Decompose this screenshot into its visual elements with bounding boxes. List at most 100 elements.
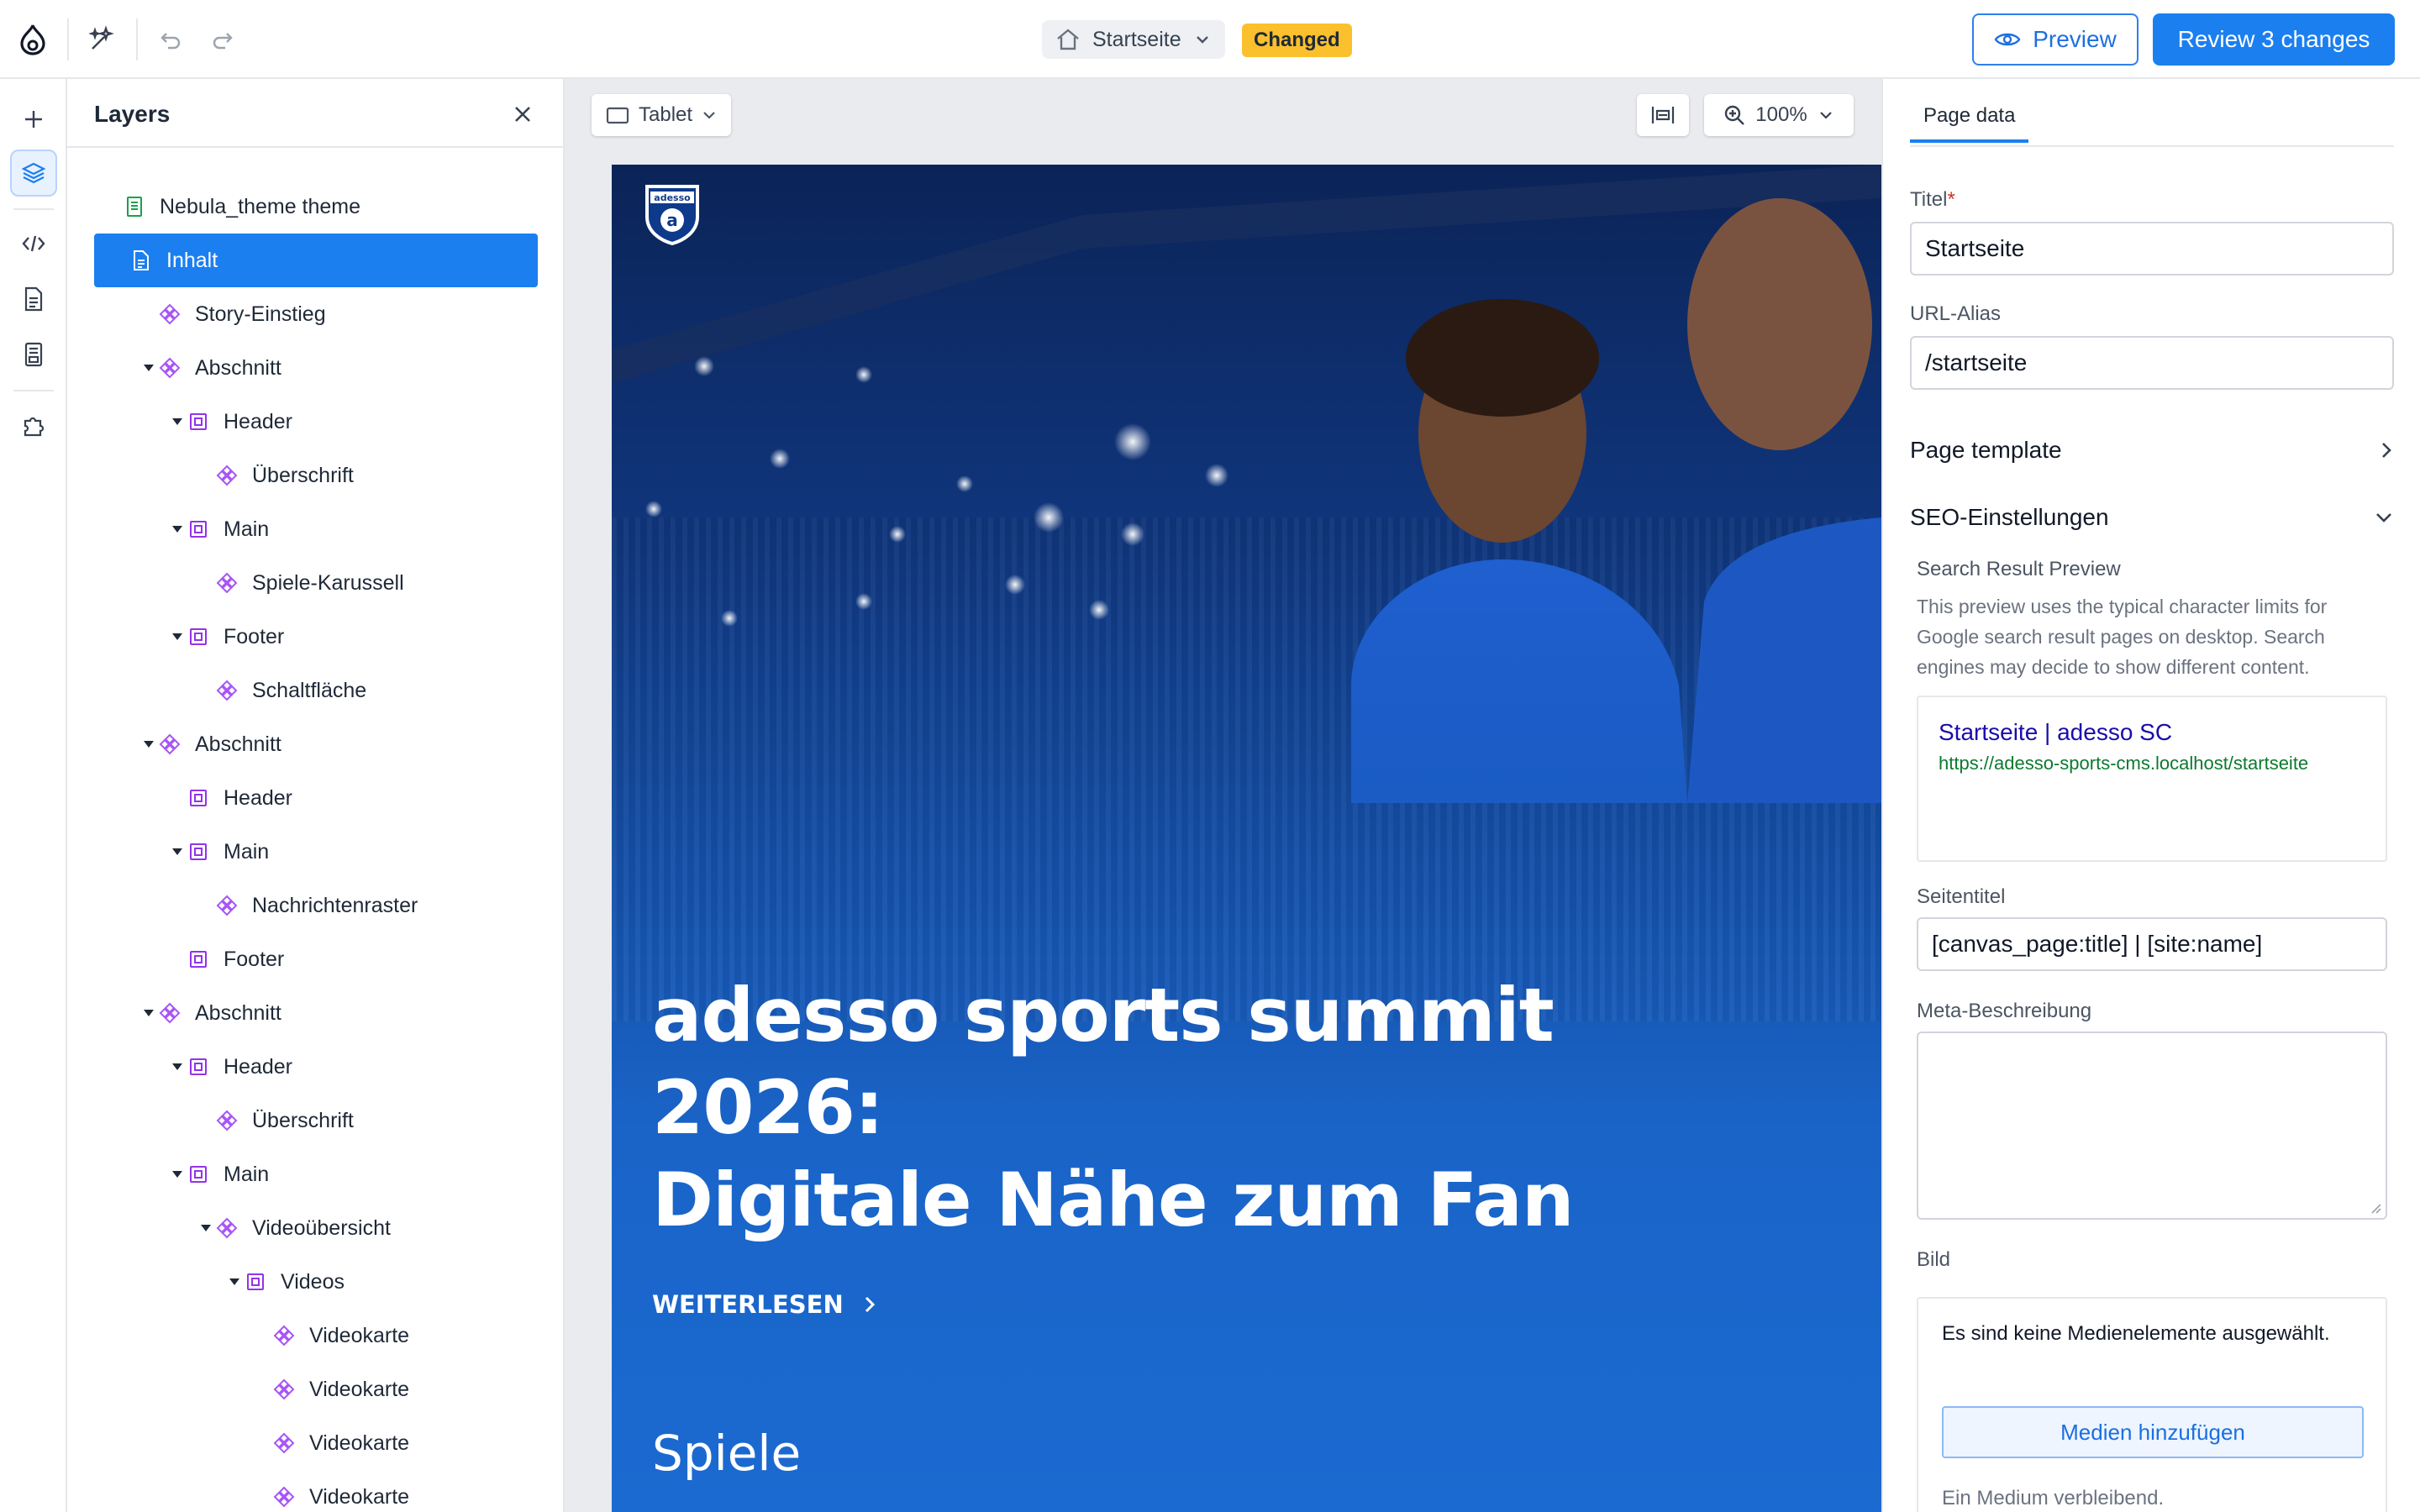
add-icon[interactable]: [10, 96, 57, 143]
component-icon: [158, 732, 182, 756]
preview-button-label: Preview: [2033, 26, 2117, 52]
caret-down-icon[interactable]: [225, 1273, 244, 1291]
toolbar-divider: [67, 18, 69, 60]
resize-handle-icon[interactable]: [2369, 1201, 2382, 1215]
layer-row[interactable]: Videokarte: [67, 1309, 563, 1362]
layer-label: Footer: [224, 947, 285, 971]
component-icon: [158, 1001, 182, 1025]
layer-row[interactable]: Main: [67, 502, 563, 556]
ai-sparkle-icon[interactable]: [84, 22, 119, 57]
layer-row[interactable]: Abschnitt: [67, 986, 563, 1040]
tablet-icon: [606, 107, 629, 124]
component-icon: [215, 464, 239, 487]
component-icon: [158, 302, 182, 326]
preview-button[interactable]: Preview: [1972, 13, 2139, 66]
layer-row[interactable]: Spiele-Karussell: [67, 556, 563, 610]
layer-row[interactable]: Videos: [67, 1255, 563, 1309]
layer-label: Abschnitt: [195, 1000, 281, 1025]
layer-row[interactable]: Videokarte: [67, 1470, 563, 1512]
layer-row[interactable]: Nachrichtenraster: [67, 879, 563, 932]
tab-page-data[interactable]: Page data: [1910, 104, 2029, 143]
device-selector[interactable]: Tablet: [592, 94, 732, 136]
layer-label: Abschnitt: [195, 732, 281, 756]
layer-label: Videoübersicht: [252, 1215, 391, 1240]
layer-row[interactable]: Header: [67, 1040, 563, 1094]
caret-down-icon[interactable]: [168, 412, 187, 431]
layer-row[interactable]: Main: [67, 825, 563, 879]
drupal-logo-icon[interactable]: [15, 20, 50, 59]
layer-row[interactable]: Videokarte: [67, 1416, 563, 1470]
seo-settings-section[interactable]: SEO-Einstellungen: [1910, 501, 2394, 534]
url-alias-input[interactable]: /startseite: [1910, 336, 2394, 390]
layer-row[interactable]: Inhalt: [94, 234, 538, 287]
layer-row[interactable]: Footer: [67, 610, 563, 664]
games-section-title: Spiele: [652, 1425, 802, 1482]
component-icon: [272, 1485, 296, 1509]
caret-spacer: [168, 789, 187, 807]
layer-row[interactable]: Überschrift: [67, 449, 563, 502]
caret-down-icon[interactable]: [168, 1058, 187, 1076]
toolbar-divider: [136, 18, 138, 60]
layer-label: Spiele-Karussell: [252, 570, 404, 595]
page-preview[interactable]: adesso a adesso sports summit 2026: Digi…: [612, 165, 1881, 1512]
page-switcher[interactable]: Startseite: [1042, 20, 1225, 59]
layer-row[interactable]: Abschnitt: [67, 717, 563, 771]
caret-spacer: [254, 1326, 272, 1345]
extensions-puzzle-icon[interactable]: [10, 402, 57, 449]
templates-icon[interactable]: [10, 331, 57, 378]
caret-down-icon[interactable]: [168, 627, 187, 646]
search-result-preview: Startseite | adesso SC https://adesso-sp…: [1917, 696, 2387, 862]
page-template-section[interactable]: Page template: [1910, 433, 2394, 467]
caret-down-icon[interactable]: [168, 520, 187, 538]
page-switcher-label: Startseite: [1092, 27, 1181, 51]
layer-row[interactable]: Überschrift: [67, 1094, 563, 1147]
layer-row[interactable]: Abschnitt: [67, 341, 563, 395]
top-toolbar: Startseite Changed Preview Review 3 chan…: [0, 0, 2420, 79]
zoom-level: 100%: [1755, 103, 1807, 126]
read-more-label: WEITERLESEN: [652, 1290, 844, 1319]
caret-down-icon[interactable]: [168, 1165, 187, 1184]
layer-row[interactable]: Header: [67, 395, 563, 449]
serp-title: Startseite | adesso SC: [1939, 719, 2173, 745]
caret-down-icon[interactable]: [197, 1219, 215, 1237]
changed-status-badge: Changed: [1242, 24, 1352, 57]
page-icon-green: [123, 195, 146, 218]
read-more-link[interactable]: WEITERLESEN: [652, 1290, 877, 1319]
code-icon[interactable]: [10, 220, 57, 267]
meta-description-textarea[interactable]: [1917, 1032, 2387, 1220]
meta-description-label: Meta-Beschreibung: [1917, 1000, 2092, 1022]
close-icon[interactable]: [506, 97, 539, 131]
layer-label: Main: [224, 1162, 270, 1186]
chevron-down-icon: [703, 112, 715, 119]
review-changes-button[interactable]: Review 3 changes: [2153, 13, 2395, 66]
caret-down-icon[interactable]: [139, 735, 158, 753]
layer-row[interactable]: Main: [67, 1147, 563, 1201]
slot-icon: [187, 625, 210, 648]
rail-divider: [13, 390, 54, 391]
layer-row[interactable]: Videoübersicht: [67, 1201, 563, 1255]
chevron-down-icon: [1196, 36, 1208, 44]
layer-tree: Nebula_theme theme Inhalt Story-Einstieg Ab…: [67, 180, 563, 1512]
zoom-control[interactable]: 100%: [1704, 94, 1854, 136]
title-input[interactable]: Startseite: [1910, 222, 2394, 276]
slot-icon: [187, 840, 210, 864]
layers-icon[interactable]: [10, 150, 57, 197]
caret-down-icon[interactable]: [139, 1004, 158, 1022]
layer-row[interactable]: Schaltfläche: [67, 664, 563, 717]
fit-width-icon[interactable]: [1637, 94, 1689, 136]
caret-down-icon[interactable]: [168, 843, 187, 861]
layer-row[interactable]: Story-Einstieg: [67, 287, 563, 341]
caret-down-icon[interactable]: [139, 359, 158, 377]
layer-row[interactable]: Footer: [67, 932, 563, 986]
seo-settings-label: SEO-Einstellungen: [1910, 504, 2109, 530]
pages-icon[interactable]: [10, 276, 57, 323]
layer-row[interactable]: Nebula_theme theme: [67, 180, 563, 234]
add-media-button[interactable]: Medien hinzufügen: [1942, 1406, 2364, 1458]
redo-icon[interactable]: [205, 22, 240, 57]
layer-row[interactable]: Videokarte: [67, 1362, 563, 1416]
undo-icon[interactable]: [153, 22, 188, 57]
page-title-input[interactable]: [canvas_page:title] | [site:name]: [1917, 917, 2387, 971]
layer-row[interactable]: Header: [67, 771, 563, 825]
media-widget: Es sind keine Medienelemente ausgewählt.…: [1917, 1297, 2387, 1512]
club-logo: adesso a: [645, 185, 699, 245]
